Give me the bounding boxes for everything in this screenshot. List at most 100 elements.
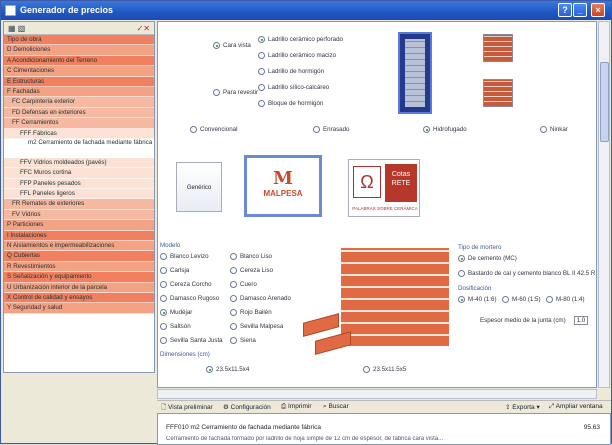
radio-dot: [230, 295, 237, 302]
radio-dosif-m60[interactable]: M-60 (1:5): [502, 296, 541, 303]
horizontal-scrollbar[interactable]: [157, 389, 597, 399]
radio-ladrillo-perforado[interactable]: Ladrillo cerámico perforado: [258, 36, 343, 43]
tree-item[interactable]: D Demoliciones: [4, 45, 154, 56]
brick-sample-2: [315, 331, 351, 355]
radio-dosif-m40[interactable]: M-40 (1:6): [458, 296, 497, 303]
item-price: 95.63: [583, 424, 600, 431]
radio-bloque-hormigon[interactable]: Bloque de hormigón: [258, 100, 323, 107]
config-button[interactable]: ⚙ Configuración: [223, 403, 271, 411]
export-button[interactable]: ⇪ Exporta ▾: [505, 403, 540, 411]
tree-view-icons[interactable]: ▦ ▧: [8, 24, 25, 33]
radio-dim-4[interactable]: 23.5x11.5x4: [206, 366, 249, 373]
tree-item[interactable]: FFL Paneles ligeros: [4, 189, 154, 200]
printer-icon: ⎙: [281, 403, 289, 410]
radio-modelo[interactable]: Blanco Levizo: [160, 253, 209, 260]
radio-label: 23.5x11.5x4: [216, 366, 250, 373]
tree-item[interactable]: X Control de calidad y ensayos: [4, 292, 154, 304]
tree-item[interactable]: N Aislamientos e impermeabilizaciones: [4, 241, 154, 252]
radio-dot: [458, 270, 465, 277]
radio-label: Saltsón: [170, 323, 191, 330]
tree-item[interactable]: U Urbanización interior de la parcela: [4, 282, 154, 293]
tree-item[interactable]: Q Cubiertas: [4, 251, 154, 262]
radio-dot: [363, 366, 370, 373]
radio-dot: [190, 126, 197, 133]
tree-item[interactable]: FR Remates de exteriores: [4, 199, 154, 210]
radio-modelo[interactable]: Cuero: [230, 281, 257, 288]
minimize-button[interactable]: _: [573, 3, 587, 17]
tree-item[interactable]: S Señalización y equipamiento: [4, 272, 154, 283]
brick-wall-image: [303, 248, 453, 368]
tree-item[interactable]: Y Seguridad y salud: [4, 303, 154, 314]
tree-item[interactable]: FFC Muros cortina: [4, 168, 154, 179]
radio-modelo[interactable]: Cereza Liso: [230, 267, 273, 274]
radio-label: Blanco Levizo: [170, 253, 209, 260]
radio-cara-vista[interactable]: Cara vista: [213, 42, 251, 49]
radio-label: Damasco Rugoso: [170, 295, 220, 302]
radio-modelo[interactable]: Rojo Bailén: [230, 309, 272, 316]
tree-item[interactable]: A Acondicionamiento del Terreno: [4, 55, 154, 67]
radio-label: Rojo Bailén: [240, 309, 272, 316]
fabrica-image-selected[interactable]: [398, 32, 432, 114]
close-button[interactable]: ×: [591, 3, 605, 17]
radio-junta-ninkar[interactable]: Ninkar: [540, 126, 568, 133]
tree-item[interactable]: R Revestimientos: [4, 261, 154, 273]
generico-logo-button[interactable]: Genérico: [176, 162, 222, 212]
radio-modelo[interactable]: Blanco Liso: [230, 253, 272, 260]
radio-modelo[interactable]: Damasco Rugoso: [160, 295, 219, 302]
fabrica-image-1[interactable]: [483, 34, 513, 62]
radio-junta-hidrofugado[interactable]: Hidrofugado: [423, 126, 467, 133]
espesor-label: Espesor medio de la junta (cm): [480, 317, 566, 324]
radio-label: M-80 (1:4): [556, 296, 585, 303]
radio-dot: [423, 126, 430, 133]
radio-dot: [458, 255, 465, 262]
radio-modelo[interactable]: Saltsón: [160, 323, 191, 330]
tree-item[interactable]: FV Vidrios: [4, 209, 154, 221]
radio-modelo[interactable]: Carlsja: [160, 267, 189, 274]
cotas-line1: Cotas: [391, 171, 411, 178]
radio-para-revestir[interactable]: Para revestir: [213, 89, 258, 96]
tree-item[interactable]: E Estructuras: [4, 76, 154, 87]
radio-junta-enrasado[interactable]: Enrasado: [313, 126, 350, 133]
malpesa-logo-button[interactable]: M MALPESA: [244, 155, 322, 217]
radio-mortero-bastardo[interactable]: Bastardo de cal y cemento blanco BL II 4…: [458, 270, 595, 277]
help-button[interactable]: ?: [558, 3, 572, 17]
tree-item[interactable]: FFF Fábricas: [4, 128, 154, 139]
tree-item[interactable]: I Instalaciones: [4, 230, 154, 242]
scrollbar-thumb[interactable]: [600, 62, 609, 142]
tree-item[interactable]: FFV Vidrios moldeados (pavés): [4, 157, 154, 169]
radio-modelo[interactable]: Sevilla Malpesa: [230, 323, 283, 330]
radio-modelo[interactable]: Sevilla Santa Justa: [160, 337, 223, 344]
radio-label: Hidrofugado: [433, 126, 467, 133]
fabrica-image-2[interactable]: [483, 79, 513, 107]
asociacion-logo-button[interactable]: Ω Cotas RETE PALABRAS SOBRE CERÁMICA: [348, 159, 420, 217]
radio-modelo[interactable]: Damasco Arenado: [230, 295, 291, 302]
tree-item-selected[interactable]: m2 Cerramiento de fachada mediante fábri…: [4, 138, 154, 158]
radio-dosif-m80[interactable]: M-80 (1:4): [546, 296, 585, 303]
tree-item[interactable]: Tipo de obra: [4, 35, 154, 46]
search-button[interactable]: ⌕ Buscar: [323, 403, 349, 411]
tree-item[interactable]: FD Defensas en exteriores: [4, 107, 154, 119]
radio-ladrillo-hormigon[interactable]: Ladrillo de hormigón: [258, 68, 324, 75]
tree-item[interactable]: C Cimentaciones: [4, 66, 154, 77]
vertical-scrollbar[interactable]: [598, 21, 610, 388]
radio-label: Cuero: [240, 281, 257, 288]
radio-junta-convencional[interactable]: Convencional: [190, 126, 238, 133]
radio-label: Cereza Corcho: [170, 281, 212, 288]
print-button[interactable]: ⎙ Imprimir: [281, 403, 311, 411]
asociacion-caption: PALABRAS SOBRE CERÁMICA: [352, 206, 418, 211]
tree-item[interactable]: P Particiones: [4, 220, 154, 231]
tree-item[interactable]: FF Cerramientos: [4, 118, 154, 129]
espesor-input[interactable]: 1.0: [574, 316, 588, 325]
radio-ladrillo-silico[interactable]: Ladrillo sílico-calcáreo: [258, 84, 329, 91]
expand-button[interactable]: ⤢ Ampliar ventana: [549, 403, 603, 411]
radio-modelo[interactable]: Mudéjar: [160, 309, 192, 316]
radio-dim-5[interactable]: 23.5x11.5x5: [363, 366, 406, 373]
tree-item[interactable]: FC Carpintería exterior: [4, 97, 154, 108]
check-close-icon[interactable]: ✓✕: [137, 24, 150, 33]
radio-mortero-cemento[interactable]: De cemento (MC): [458, 255, 517, 262]
radio-modelo[interactable]: Cereza Corcho: [160, 281, 212, 288]
radio-modelo[interactable]: Siena: [230, 337, 256, 344]
tree-item[interactable]: FFP Paneles pesados: [4, 178, 154, 190]
radio-ladrillo-macizo[interactable]: Ladrillo cerámico macizo: [258, 52, 336, 59]
tree-item[interactable]: F Fachadas: [4, 86, 154, 98]
